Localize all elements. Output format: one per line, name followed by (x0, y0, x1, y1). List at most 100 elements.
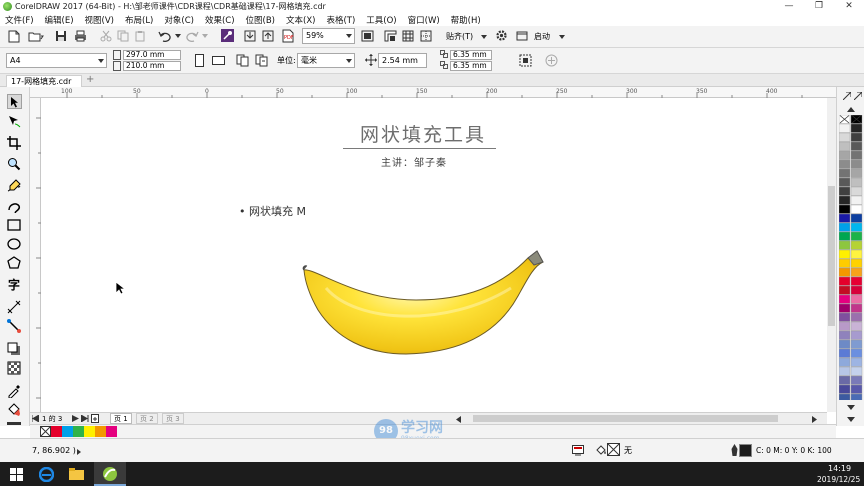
palette-swatch[interactable] (850, 330, 863, 340)
transparency-tool-icon[interactable] (7, 361, 21, 375)
palette-swatch[interactable] (839, 348, 851, 358)
page-tab-3[interactable]: 页 3 (162, 413, 184, 424)
menu-effects[interactable]: 效果(C) (200, 14, 241, 26)
page-height-field[interactable]: 210.0 mm (123, 61, 181, 71)
menu-table[interactable]: 表格(T) (321, 14, 361, 26)
parallel-dimension-tool-icon[interactable] (7, 300, 21, 314)
treat-as-filled-icon[interactable] (519, 54, 532, 67)
scroll-right-icon[interactable] (812, 416, 817, 423)
show-rulers-icon[interactable] (384, 30, 397, 42)
menu-layout[interactable]: 布局(L) (120, 14, 159, 26)
palette-swatch[interactable] (839, 366, 851, 376)
shape-tool-icon[interactable] (7, 114, 21, 128)
add-page-icon[interactable] (545, 54, 558, 67)
palette-swatch[interactable] (839, 168, 851, 178)
all-pages-icon[interactable] (236, 54, 250, 67)
snap-to-button[interactable]: 贴齐(T) (446, 32, 473, 42)
vertical-scroll-thumb[interactable] (828, 186, 835, 326)
cut-icon[interactable] (100, 30, 112, 42)
palette-swatch[interactable] (850, 375, 863, 385)
palette-swatch[interactable] (850, 213, 863, 223)
palette-swatch[interactable] (839, 375, 851, 385)
windows-start-icon[interactable] (10, 468, 23, 481)
palette-swatch[interactable] (850, 393, 863, 400)
palette-swatch[interactable] (839, 150, 851, 160)
taskbar-coreldraw-button[interactable] (94, 462, 126, 486)
palette-swatch[interactable] (839, 303, 851, 313)
palette-swatch[interactable] (839, 204, 851, 214)
slide-subtitle[interactable]: 主讲：邹子秦 (381, 154, 447, 169)
palette-swatch[interactable] (850, 321, 863, 331)
redo-dropdown-icon[interactable] (202, 34, 208, 38)
document-tab[interactable]: 17-网格填充.cdr (6, 75, 82, 87)
print-icon[interactable] (74, 30, 87, 42)
palette-swatch[interactable] (839, 141, 851, 151)
smart-fill-tool-icon[interactable] (7, 422, 21, 426)
palette-swatch[interactable] (850, 249, 863, 259)
palette-swatch[interactable] (839, 285, 851, 295)
palette-swatch[interactable] (850, 159, 863, 169)
palette-swatch[interactable] (850, 240, 863, 250)
palette-expand-icon[interactable] (847, 414, 855, 422)
menu-edit[interactable]: 编辑(E) (40, 14, 80, 26)
palette-swatch[interactable] (850, 222, 863, 232)
palette-swatch[interactable] (850, 195, 863, 205)
rectangle-tool-icon[interactable] (7, 218, 21, 232)
open-folder-icon[interactable] (28, 30, 44, 43)
page-tab-1[interactable]: 页 1 (110, 413, 132, 424)
outline-pen-icon[interactable] (731, 444, 738, 456)
palette-swatch[interactable] (839, 276, 851, 286)
drawing-canvas[interactable]: 网状填充工具 主讲：邹子秦 • 网状填充 M (41, 98, 827, 412)
palette-swatch[interactable] (850, 150, 863, 160)
palette-swatch[interactable] (839, 384, 851, 394)
palette-swatch[interactable] (839, 249, 851, 259)
palette-swatch[interactable] (850, 285, 863, 295)
palette-swatch[interactable] (839, 267, 851, 277)
freehand-tool-icon[interactable] (7, 179, 21, 193)
palette-swatch[interactable] (850, 132, 863, 142)
export-icon[interactable] (262, 30, 274, 42)
minimize-button[interactable]: — (774, 0, 804, 13)
palette-swatch[interactable] (839, 195, 851, 205)
show-grid-icon[interactable] (402, 30, 414, 42)
palette-swatch[interactable] (850, 168, 863, 178)
polygon-tool-icon[interactable] (7, 256, 21, 270)
palette-swatch[interactable] (850, 267, 863, 277)
last-page-icon[interactable] (81, 415, 89, 422)
palette-swatch[interactable] (850, 366, 863, 376)
crop-tool-icon[interactable] (7, 136, 21, 150)
menu-text[interactable]: 文本(X) (281, 14, 321, 26)
palette-swatch[interactable] (850, 294, 863, 304)
palette-swatch[interactable] (839, 240, 851, 250)
menu-file[interactable]: 文件(F) (0, 14, 40, 26)
undo-dropdown-icon[interactable] (175, 34, 181, 38)
vertical-scrollbar[interactable] (827, 98, 836, 412)
portrait-icon[interactable] (195, 54, 204, 67)
undo-icon[interactable] (158, 30, 172, 42)
outline-color-swatch[interactable] (739, 444, 752, 457)
page-width-field[interactable]: 297.0 mm (123, 50, 181, 60)
save-icon[interactable] (55, 30, 67, 42)
palette-arrow2-icon[interactable] (854, 92, 862, 100)
palette-swatch[interactable] (839, 177, 851, 187)
palette-swatch[interactable] (839, 132, 851, 142)
palette-arrow-icon[interactable] (843, 92, 851, 100)
first-page-icon[interactable] (32, 415, 39, 422)
paste-icon[interactable] (134, 30, 146, 42)
menu-bitmaps[interactable]: 位图(B) (241, 14, 281, 26)
page-size-select[interactable]: A4 (6, 53, 107, 68)
launch-button[interactable]: 启动 (534, 32, 550, 42)
restore-button[interactable]: ❐ (804, 0, 834, 13)
import-icon[interactable] (244, 30, 256, 42)
palette-swatch[interactable] (839, 393, 851, 400)
palette-swatch[interactable] (839, 258, 851, 268)
banana-object[interactable] (296, 248, 556, 368)
menu-view[interactable]: 视图(V) (80, 14, 120, 26)
launch-dropdown-icon[interactable] (559, 35, 565, 39)
current-page-icon[interactable] (255, 54, 269, 67)
palette-swatch[interactable] (839, 159, 851, 169)
zoom-tool-icon[interactable] (7, 157, 21, 171)
vertical-ruler[interactable] (30, 98, 41, 412)
palette-scroll-up-icon[interactable] (847, 107, 855, 112)
fill-bucket-icon[interactable] (595, 444, 607, 456)
